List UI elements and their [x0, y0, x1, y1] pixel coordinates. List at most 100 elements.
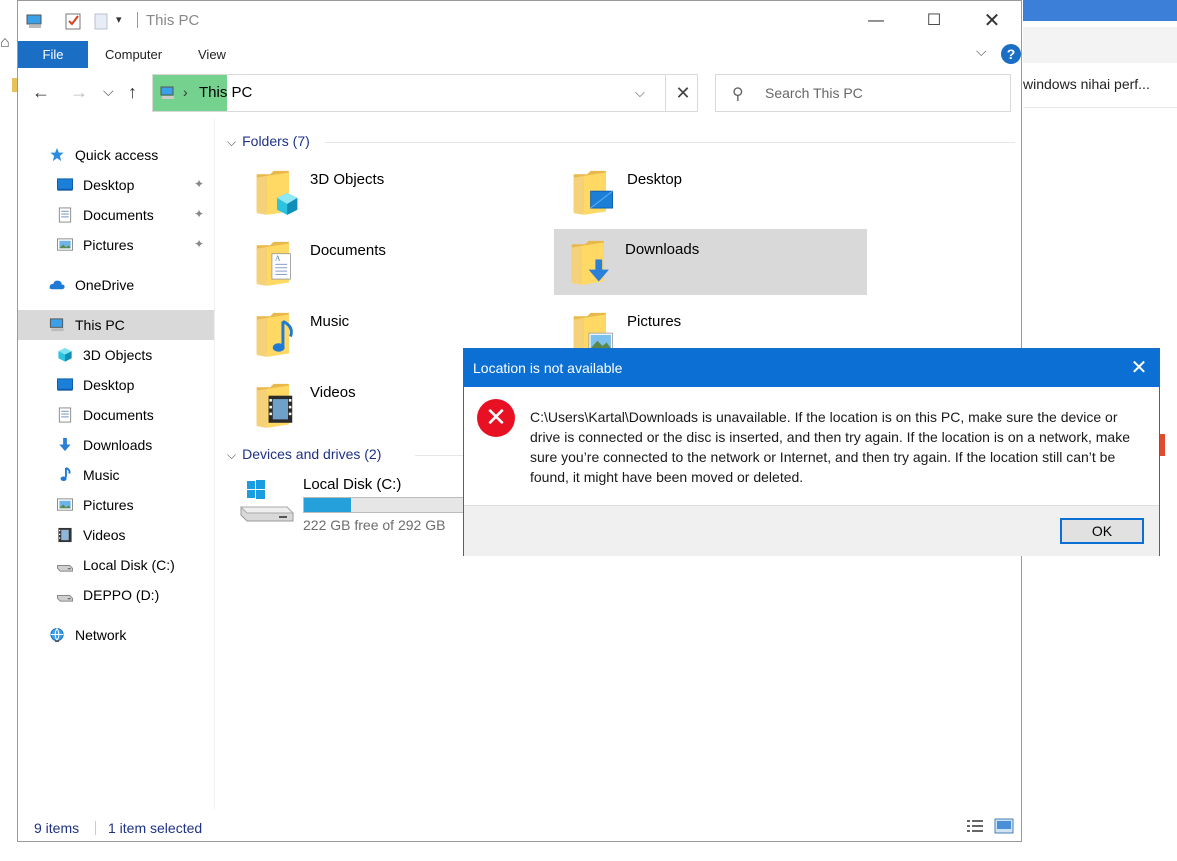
- sidebar-item-label: OneDrive: [75, 277, 135, 293]
- sidebar-item-onedrive[interactable]: OneDrive: [18, 270, 214, 300]
- chevron-down-icon[interactable]: ⌵: [227, 135, 236, 149]
- drive-icon: [57, 565, 73, 572]
- folder-icon: A: [256, 241, 291, 286]
- sidebar-item-desktop[interactable]: Desktop: [18, 370, 214, 400]
- download-icon: [59, 437, 71, 452]
- up-arrow-icon[interactable]: ↑: [128, 82, 137, 103]
- folder-tile-downloads[interactable]: Downloads: [554, 229, 867, 295]
- network-icon: [50, 627, 64, 643]
- search-input[interactable]: ⚲ Search This PC: [715, 74, 1011, 112]
- drive-tile-local-disk[interactable]: Local Disk (C:) 222 GB free of 292 GB: [239, 473, 499, 539]
- sidebar-item-desktop[interactable]: Desktop ✦: [18, 170, 214, 200]
- recent-locations-icon[interactable]: ⌵: [103, 83, 114, 100]
- pin-icon[interactable]: ✦: [194, 177, 204, 191]
- computer-icon[interactable]: [26, 11, 44, 31]
- sidebar-item-label: Music: [83, 467, 120, 483]
- computer-icon: [49, 318, 64, 332]
- sidebar-item-quick-access[interactable]: Quick access: [18, 140, 214, 170]
- sidebar-item-pictures[interactable]: Pictures: [18, 490, 214, 520]
- folder-tile-documents[interactable]: A Documents: [239, 230, 552, 296]
- pictures-icon: [57, 238, 73, 251]
- location-unavailable-dialog: Location is not available ✕ ✕ C:\Users\K…: [463, 348, 1160, 556]
- windows-drive-icon: [239, 480, 295, 522]
- close-button[interactable]: ✕: [969, 1, 1015, 41]
- folder-tile-3d-objects[interactable]: 3D Objects: [239, 159, 552, 225]
- search-icon: ⚲: [732, 86, 744, 103]
- desktop-icon: [57, 378, 73, 391]
- title-bar: ▾ This PC — ☐ ✕: [18, 1, 1023, 41]
- address-bar[interactable]: › This PC ⌵ ✕: [152, 74, 698, 112]
- sidebar-item-network[interactable]: Network: [18, 620, 214, 650]
- group-divider: [325, 142, 1015, 143]
- home-icon[interactable]: ⌂: [0, 34, 10, 52]
- drives-group-header[interactable]: ⌵ Devices and drives (2): [227, 446, 381, 463]
- chevron-down-icon[interactable]: ⌵: [227, 448, 236, 462]
- navigation-pane: Quick access Desktop ✦ Documents ✦ Pictures ✦ O…: [18, 119, 214, 809]
- sidebar-item-music[interactable]: Music: [18, 460, 214, 490]
- sidebar-item-downloads[interactable]: Downloads: [18, 430, 214, 460]
- large-icons-view-icon[interactable]: [994, 818, 1014, 834]
- folder-label: Pictures: [627, 313, 682, 330]
- folder-icon: [256, 170, 298, 215]
- film-icon: [58, 527, 72, 543]
- sidebar-item-label: Documents: [83, 207, 154, 223]
- sidebar-item-local-disk-c[interactable]: Local Disk (C:): [18, 550, 214, 580]
- forward-arrow-icon[interactable]: →: [70, 82, 88, 103]
- drive-free-space: 222 GB free of 292 GB: [303, 517, 446, 533]
- folder-label: Documents: [310, 242, 386, 259]
- folder-tile-desktop[interactable]: Desktop: [556, 159, 869, 225]
- status-item-count: 9 items: [34, 820, 80, 836]
- svg-text:A: A: [274, 254, 280, 262]
- dialog-footer: OK: [464, 505, 1159, 556]
- tab-computer[interactable]: Computer: [105, 41, 162, 68]
- background-browser-bar: [1023, 0, 1177, 21]
- sidebar-item-documents[interactable]: Documents: [18, 400, 214, 430]
- sidebar-item-label: Quick access: [75, 147, 159, 163]
- folders-header-label: Folders (7): [242, 133, 310, 149]
- sidebar-item-deppo-d[interactable]: DEPPO (D:): [18, 580, 214, 610]
- details-view-icon[interactable]: [966, 819, 984, 833]
- sidebar-item-videos[interactable]: Videos: [18, 520, 214, 550]
- clear-address-button[interactable]: ✕: [665, 75, 700, 111]
- back-arrow-icon[interactable]: ←: [32, 82, 50, 103]
- music-icon: [60, 467, 71, 482]
- tab-view[interactable]: View: [198, 41, 226, 68]
- star-icon: [50, 147, 64, 162]
- sidebar-item-pictures[interactable]: Pictures ✦: [18, 230, 214, 260]
- ok-button[interactable]: OK: [1060, 518, 1144, 544]
- background-link-text[interactable]: windows nihai perf...: [1023, 76, 1150, 92]
- pin-icon[interactable]: ✦: [194, 207, 204, 221]
- drives-header-label: Devices and drives (2): [242, 446, 382, 462]
- minimize-button[interactable]: —: [853, 1, 899, 41]
- customize-quick-access-icon[interactable]: ▾: [116, 13, 122, 26]
- window-title: This PC: [146, 12, 200, 29]
- sidebar-item-documents[interactable]: Documents ✦: [18, 200, 214, 230]
- sidebar-item-label: Desktop: [83, 177, 135, 193]
- sidebar-item-label: 3D Objects: [83, 347, 153, 363]
- new-folder-icon[interactable]: [92, 11, 110, 31]
- sidebar-item-label: DEPPO (D:): [83, 587, 160, 603]
- search-placeholder: Search This PC: [765, 85, 863, 101]
- address-dropdown-icon[interactable]: ⌵: [635, 85, 645, 101]
- folder-label: Downloads: [625, 241, 700, 258]
- breadcrumb-chevron-icon[interactable]: ›: [183, 84, 188, 100]
- properties-icon[interactable]: [64, 11, 82, 31]
- sidebar-item-label: Desktop: [83, 377, 135, 393]
- help-button[interactable]: ?: [1001, 44, 1021, 64]
- sidebar-item-this-pc[interactable]: This PC: [18, 310, 214, 340]
- error-icon: ✕: [477, 399, 515, 437]
- folder-label: Desktop: [627, 171, 683, 188]
- breadcrumb-this-pc[interactable]: This PC: [199, 84, 252, 101]
- dialog-close-button[interactable]: ✕: [1124, 354, 1154, 382]
- tab-file[interactable]: File: [18, 41, 88, 68]
- sidebar-item-label: This PC: [75, 317, 125, 333]
- sidebar-item-3d-objects[interactable]: 3D Objects: [18, 340, 214, 370]
- cloud-icon: [49, 280, 65, 290]
- cube-icon: [58, 347, 72, 362]
- maximize-button[interactable]: ☐: [911, 1, 957, 41]
- folders-group-header[interactable]: ⌵ Folders (7): [227, 133, 310, 150]
- folder-icon: [256, 312, 293, 357]
- pin-icon[interactable]: ✦: [194, 237, 204, 251]
- folder-label: 3D Objects: [310, 171, 385, 188]
- chevron-down-icon[interactable]: ⌵: [976, 43, 987, 60]
